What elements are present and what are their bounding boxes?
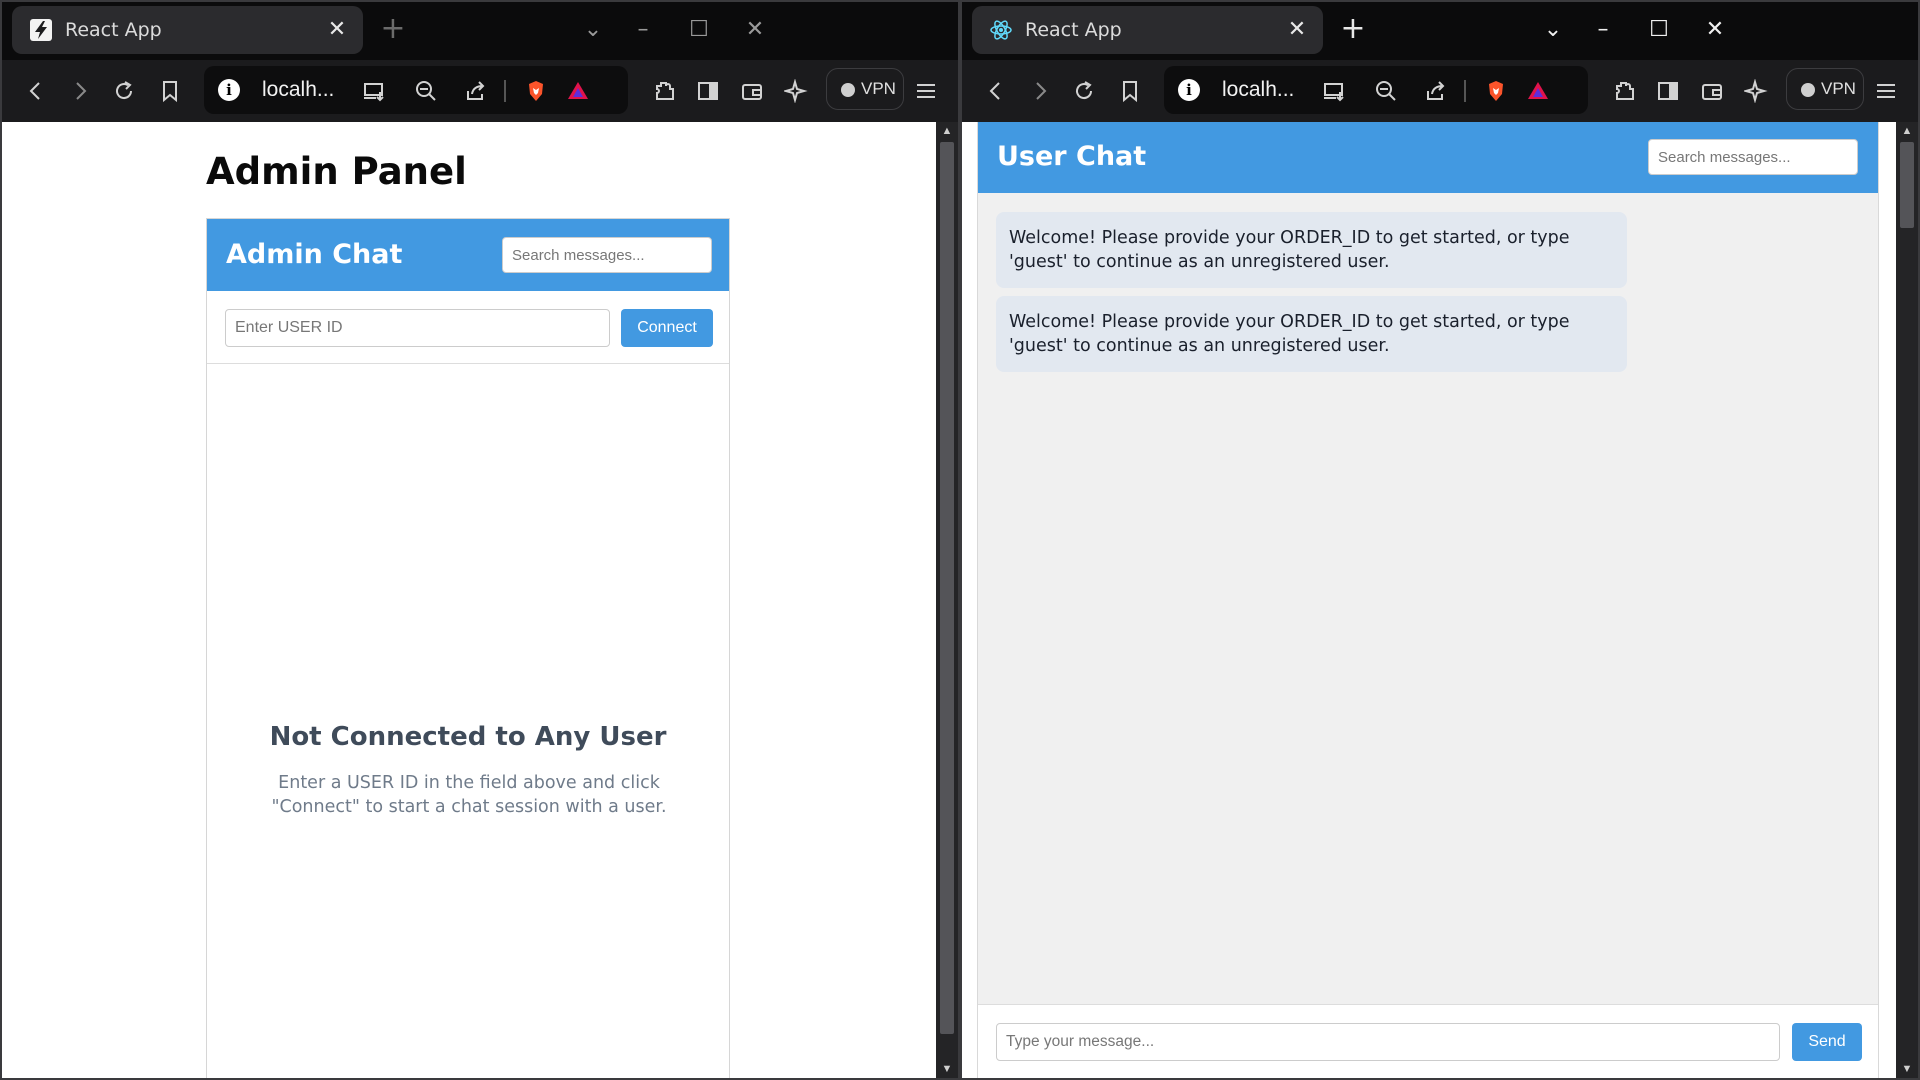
wallet-icon[interactable]: [734, 74, 770, 108]
vpn-button[interactable]: VPN: [826, 68, 904, 110]
bookmark-icon[interactable]: [152, 74, 188, 108]
maximize-icon[interactable]: ☐: [1642, 13, 1676, 47]
new-tab-icon[interactable]: +: [376, 13, 410, 47]
address-divider: [504, 80, 506, 102]
chat-message: Welcome! Please provide your ORDER_ID to…: [996, 296, 1627, 372]
scroll-thumb[interactable]: [1900, 142, 1914, 228]
scrollbar[interactable]: ▲ ▼: [1896, 122, 1918, 1078]
admin-chat-card: Admin Chat Connect Not Connected to Any …: [206, 218, 730, 1078]
zoom-out-icon[interactable]: [1372, 78, 1400, 104]
scroll-up-icon[interactable]: ▲: [1896, 122, 1918, 140]
leo-ai-icon[interactable]: [778, 74, 814, 108]
install-app-icon[interactable]: [1320, 78, 1348, 104]
minimize-icon[interactable]: –: [626, 13, 660, 47]
chat-header: User Chat: [978, 122, 1878, 193]
sidebar-icon[interactable]: [690, 74, 726, 108]
extensions-icon[interactable]: [1606, 74, 1642, 108]
share-icon[interactable]: [1422, 78, 1450, 104]
tab-react-app[interactable]: React App ✕: [972, 6, 1323, 54]
chat-header-title: Admin Chat: [226, 239, 403, 270]
lightning-favicon-icon: [30, 19, 52, 41]
address-url[interactable]: localh...: [262, 78, 334, 102]
connect-button[interactable]: Connect: [621, 309, 713, 347]
address-url[interactable]: localh...: [1222, 78, 1294, 102]
page-viewport: Admin Panel Admin Chat Connect Not Conne…: [2, 122, 958, 1078]
extensions-icon[interactable]: [646, 74, 682, 108]
vpn-status-icon: [1801, 83, 1815, 97]
page-title: Admin Panel: [206, 150, 467, 193]
brave-rewards-icon[interactable]: [1524, 78, 1552, 104]
close-window-icon[interactable]: ✕: [738, 13, 772, 47]
install-app-icon[interactable]: [360, 78, 388, 104]
back-icon[interactable]: [978, 74, 1014, 108]
brave-rewards-icon[interactable]: [564, 78, 592, 104]
forward-icon[interactable]: [62, 74, 98, 108]
tab-strip: React App ✕ + ⌄ – ☐ ✕: [960, 0, 1920, 60]
reload-icon[interactable]: [106, 74, 142, 108]
bookmark-icon[interactable]: [1112, 74, 1148, 108]
back-icon[interactable]: [18, 74, 54, 108]
chat-header-title: User Chat: [997, 141, 1147, 172]
scroll-thumb[interactable]: [940, 142, 954, 1034]
scroll-down-icon[interactable]: ▼: [936, 1060, 958, 1078]
reload-icon[interactable]: [1066, 74, 1102, 108]
leo-ai-icon[interactable]: [1738, 74, 1774, 108]
browser-toolbar: i localh... VPN: [960, 60, 1920, 122]
user-chat-container: User Chat Welcome! Please provide your O…: [977, 122, 1879, 1078]
forward-icon[interactable]: [1022, 74, 1058, 108]
tab-search-chevron-icon[interactable]: ⌄: [1536, 13, 1570, 47]
vpn-label: VPN: [1821, 79, 1856, 98]
new-tab-icon[interactable]: +: [1336, 13, 1370, 47]
menu-icon[interactable]: [1868, 74, 1904, 108]
minimize-icon[interactable]: –: [1586, 13, 1620, 47]
browser-window-user: React App ✕ + ⌄ – ☐ ✕ i localh... VPN Us…: [960, 0, 1920, 1080]
tab-search-chevron-icon[interactable]: ⌄: [576, 13, 610, 47]
vpn-button[interactable]: VPN: [1786, 68, 1864, 110]
connect-row: Connect: [207, 291, 729, 364]
tab-react-app[interactable]: React App ✕: [12, 6, 363, 54]
tab-title: React App: [65, 19, 162, 41]
sidebar-icon[interactable]: [1650, 74, 1686, 108]
wallet-icon[interactable]: [1694, 74, 1730, 108]
address-bar[interactable]: i localh...: [204, 66, 628, 114]
search-input[interactable]: [1648, 139, 1858, 175]
chat-header: Admin Chat: [207, 219, 729, 291]
zoom-out-icon[interactable]: [412, 78, 440, 104]
scroll-up-icon[interactable]: ▲: [936, 122, 958, 140]
search-input[interactable]: [502, 237, 712, 273]
browser-toolbar: i localh... VPN: [0, 60, 960, 122]
scrollbar[interactable]: ▲ ▼: [936, 122, 958, 1078]
close-tab-icon[interactable]: ✕: [323, 16, 351, 44]
send-button[interactable]: Send: [1792, 1023, 1862, 1061]
vpn-status-icon: [841, 83, 855, 97]
address-divider: [1464, 80, 1466, 102]
vpn-label: VPN: [861, 79, 896, 98]
react-atom-icon: [990, 20, 1012, 40]
scroll-down-icon[interactable]: ▼: [1896, 1060, 1918, 1078]
brave-shields-icon[interactable]: [1482, 78, 1510, 104]
brave-shields-icon[interactable]: [522, 78, 550, 104]
tab-title: React App: [1025, 19, 1122, 41]
site-info-icon[interactable]: i: [1178, 79, 1200, 101]
chat-message: Welcome! Please provide your ORDER_ID to…: [996, 212, 1627, 288]
message-input[interactable]: [996, 1023, 1780, 1061]
page-viewport: User Chat Welcome! Please provide your O…: [962, 122, 1918, 1078]
site-info-icon[interactable]: i: [218, 79, 240, 101]
maximize-icon[interactable]: ☐: [682, 13, 716, 47]
tab-strip: React App ✕ + ⌄ – ☐ ✕: [0, 0, 960, 60]
user-id-input[interactable]: [225, 309, 610, 347]
close-window-icon[interactable]: ✕: [1698, 13, 1732, 47]
address-bar[interactable]: i localh...: [1164, 66, 1588, 114]
message-composer: Send: [978, 1004, 1878, 1078]
browser-window-admin: React App ✕ + ⌄ – ☐ ✕ i localh... VPN Ad…: [0, 0, 960, 1080]
share-icon[interactable]: [462, 78, 490, 104]
empty-state-description: Enter a USER ID in the field above and c…: [271, 773, 667, 817]
menu-icon[interactable]: [908, 74, 944, 108]
empty-state-title: Not Connected to Any User: [269, 722, 667, 752]
close-tab-icon[interactable]: ✕: [1283, 16, 1311, 44]
